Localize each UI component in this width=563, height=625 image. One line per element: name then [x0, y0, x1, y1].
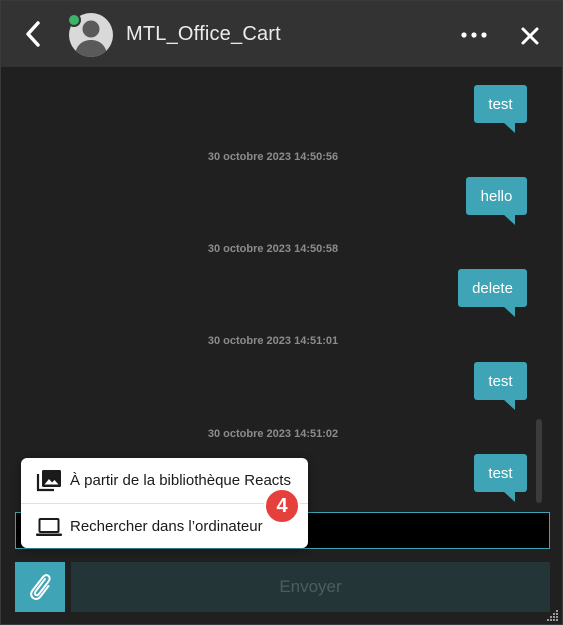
message-bubble[interactable]: delete	[458, 269, 527, 317]
menu-item-label: À partir de la bibliothèque Reacts	[70, 472, 291, 489]
more-horizontal-icon	[461, 32, 487, 38]
resize-grip-icon[interactable]	[546, 608, 560, 622]
message-timestamp: 30 octobre 2023 14:50:58	[207, 243, 339, 255]
message-bubble[interactable]: test	[474, 454, 527, 502]
chevron-left-icon	[26, 21, 40, 47]
close-button[interactable]	[517, 23, 543, 49]
step-badge: 4	[264, 488, 300, 524]
menu-item-reacts-library[interactable]: À partir de la bibliothèque Reacts	[21, 458, 308, 503]
back-button[interactable]	[21, 20, 47, 48]
message-scrollbar[interactable]	[536, 419, 542, 503]
message-bubble[interactable]: hello	[466, 177, 527, 225]
message-timestamp: 30 octobre 2023 14:51:01	[207, 335, 339, 347]
menu-item-label: Rechercher dans l’ordinateur	[70, 518, 263, 535]
message-list[interactable]: test 30 octobre 2023 14:50:56 hello 30 o…	[1, 67, 562, 507]
contact-name: MTL_Office_Cart	[126, 23, 281, 45]
send-button[interactable]: Envoyer	[71, 562, 550, 612]
message-timestamp: 30 octobre 2023 14:50:56	[207, 151, 339, 163]
chat-header: MTL_Office_Cart	[1, 1, 562, 67]
attach-button[interactable]	[15, 562, 65, 612]
more-options-button[interactable]	[459, 25, 491, 45]
message-bubble[interactable]: test	[474, 85, 527, 133]
laptop-icon	[36, 518, 62, 536]
chat-window: MTL_Office_Cart test 30 octobre 2023 14:…	[0, 0, 563, 625]
message-timestamp: 30 octobre 2023 14:51:02	[207, 428, 339, 440]
online-status-indicator	[67, 13, 81, 27]
message-bubble[interactable]: test	[474, 362, 527, 410]
paperclip-icon	[30, 574, 51, 600]
close-icon	[521, 27, 539, 45]
photo-library-icon	[36, 470, 61, 492]
